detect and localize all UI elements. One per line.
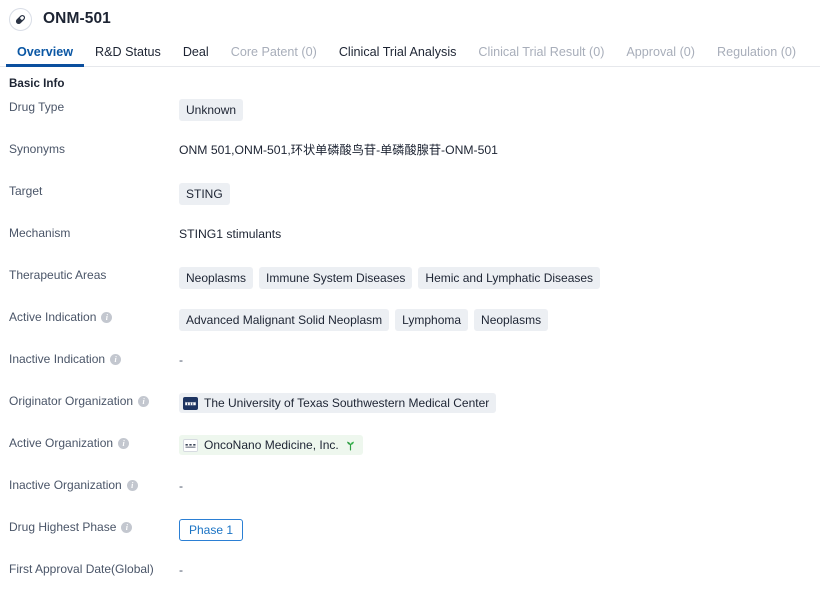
info-icon[interactable]: i [118,438,130,450]
value-target: STING [179,180,820,206]
label-text: Inactive Indication [9,352,106,366]
tab-overview[interactable]: Overview [6,46,85,67]
chip-therapeutic-area[interactable]: Neoplasms [179,267,254,290]
onconano-logo-icon [183,438,198,452]
value-inactive-organization: - [179,474,820,495]
value-first-approval-date: - [179,558,820,579]
tab-bar: Overview R&D Status Deal Core Patent (0)… [0,38,820,67]
row-first-approval-date: First Approval Date(Global) - [0,558,820,600]
empty-value: - [179,479,184,493]
status-badge-phase[interactable]: Phase 1 [179,519,244,542]
row-mechanism: Mechanism STING1 stimulants [0,222,820,264]
row-inactive-organization: Inactive Organization i - [0,474,820,516]
info-icon[interactable]: i [138,396,150,408]
value-mechanism: STING1 stimulants [179,227,282,241]
row-drug-type: Drug Type Unknown [0,96,820,138]
label-text: Drug Type [9,100,65,114]
label-therapeutic-areas: Therapeutic Areas [0,264,179,284]
drug-header: ONM-501 [0,0,820,38]
chip-therapeutic-area[interactable]: Hemic and Lymphatic Diseases [418,267,601,290]
label-first-approval-date: First Approval Date(Global) [0,558,179,578]
label-text: First Approval Date(Global) [9,562,154,576]
chip-active-indication[interactable]: Advanced Malignant Solid Neoplasm [179,309,390,332]
value-active-organization: OncoNano Medicine, Inc. [179,432,820,456]
tab-rd-status[interactable]: R&D Status [84,46,172,66]
label-text: Active Indication [9,310,97,324]
label-text: Drug Highest Phase [9,520,117,534]
value-drug-highest-phase: Phase 1 [179,516,820,542]
label-text: Inactive Organization [9,478,122,492]
tab-clinical-trial-result[interactable]: Clinical Trial Result (0) [467,46,615,66]
chip-drug-type[interactable]: Unknown [179,99,244,122]
label-active-organization: Active Organization i [0,432,179,452]
value-therapeutic-areas: Neoplasms Immune System Diseases Hemic a… [179,264,820,290]
label-text: Target [9,184,43,198]
chip-active-indication[interactable]: Neoplasms [474,309,549,332]
label-drug-highest-phase: Drug Highest Phase i [0,516,179,536]
chip-active-indication[interactable]: Lymphoma [395,309,469,332]
label-text: Originator Organization [9,394,134,408]
value-active-indication: Advanced Malignant Solid Neoplasm Lympho… [179,306,820,332]
label-text: Synonyms [9,142,66,156]
utsw-logo-icon [183,396,198,410]
label-inactive-organization: Inactive Organization i [0,474,179,494]
label-text: Mechanism [9,226,71,240]
info-icon[interactable]: i [121,522,133,534]
row-target: Target STING [0,180,820,222]
chip-therapeutic-area[interactable]: Immune System Diseases [259,267,413,290]
tab-clinical-trial-analysis[interactable]: Clinical Trial Analysis [328,46,468,66]
label-inactive-indication: Inactive Indication i [0,348,179,368]
row-active-indication: Active Indication i Advanced Malignant S… [0,306,820,348]
empty-value: - [179,353,184,367]
tab-core-patent[interactable]: Core Patent (0) [220,46,328,66]
row-originator-organization: Originator Organization i The University… [0,390,820,432]
row-therapeutic-areas: Therapeutic Areas Neoplasms Immune Syste… [0,264,820,306]
info-icon[interactable]: i [110,354,122,366]
empty-value: - [179,563,184,577]
info-icon[interactable]: i [126,480,138,492]
row-drug-highest-phase: Drug Highest Phase i Phase 1 [0,516,820,558]
value-originator-organization: The University of Texas Southwestern Med… [179,390,820,414]
label-drug-type: Drug Type [0,96,179,116]
value-drug-type: Unknown [179,96,820,122]
label-text: Therapeutic Areas [9,268,107,282]
row-inactive-indication: Inactive Indication i - [0,348,820,390]
tab-approval[interactable]: Approval (0) [615,46,706,66]
chip-active-organization[interactable]: OncoNano Medicine, Inc. [179,435,363,456]
label-active-indication: Active Indication i [0,306,179,326]
tab-regulation[interactable]: Regulation (0) [706,46,807,66]
chip-originator-organization[interactable]: The University of Texas Southwestern Med… [179,393,497,414]
value-inactive-indication: - [179,348,820,369]
org-name: OncoNano Medicine, Inc. [204,438,339,452]
section-title-basic-info: Basic Info [9,77,65,90]
label-mechanism: Mechanism [0,222,179,242]
chip-target[interactable]: STING [179,183,230,206]
row-active-organization: Active Organization i OncoNano Medicine,… [0,432,820,474]
org-name: The University of Texas Southwestern Med… [204,396,490,410]
capsule-pill-icon [9,7,32,31]
basic-info-rows: Drug Type Unknown Synonyms ONM 501,ONM-5… [0,90,820,600]
tab-deal[interactable]: Deal [172,46,220,66]
label-target: Target [0,180,179,200]
info-icon[interactable]: i [101,312,113,324]
green-sprout-icon[interactable] [345,440,356,451]
page-title: ONM-501 [43,10,111,27]
value-synonyms: ONM 501,ONM-501,环状单磷酸鸟苷-单磷酸腺苷-ONM-501 [179,143,498,157]
label-originator-organization: Originator Organization i [0,390,179,410]
row-synonyms: Synonyms ONM 501,ONM-501,环状单磷酸鸟苷-单磷酸腺苷-O… [0,138,820,180]
label-synonyms: Synonyms [0,138,179,158]
label-text: Active Organization [9,436,114,450]
